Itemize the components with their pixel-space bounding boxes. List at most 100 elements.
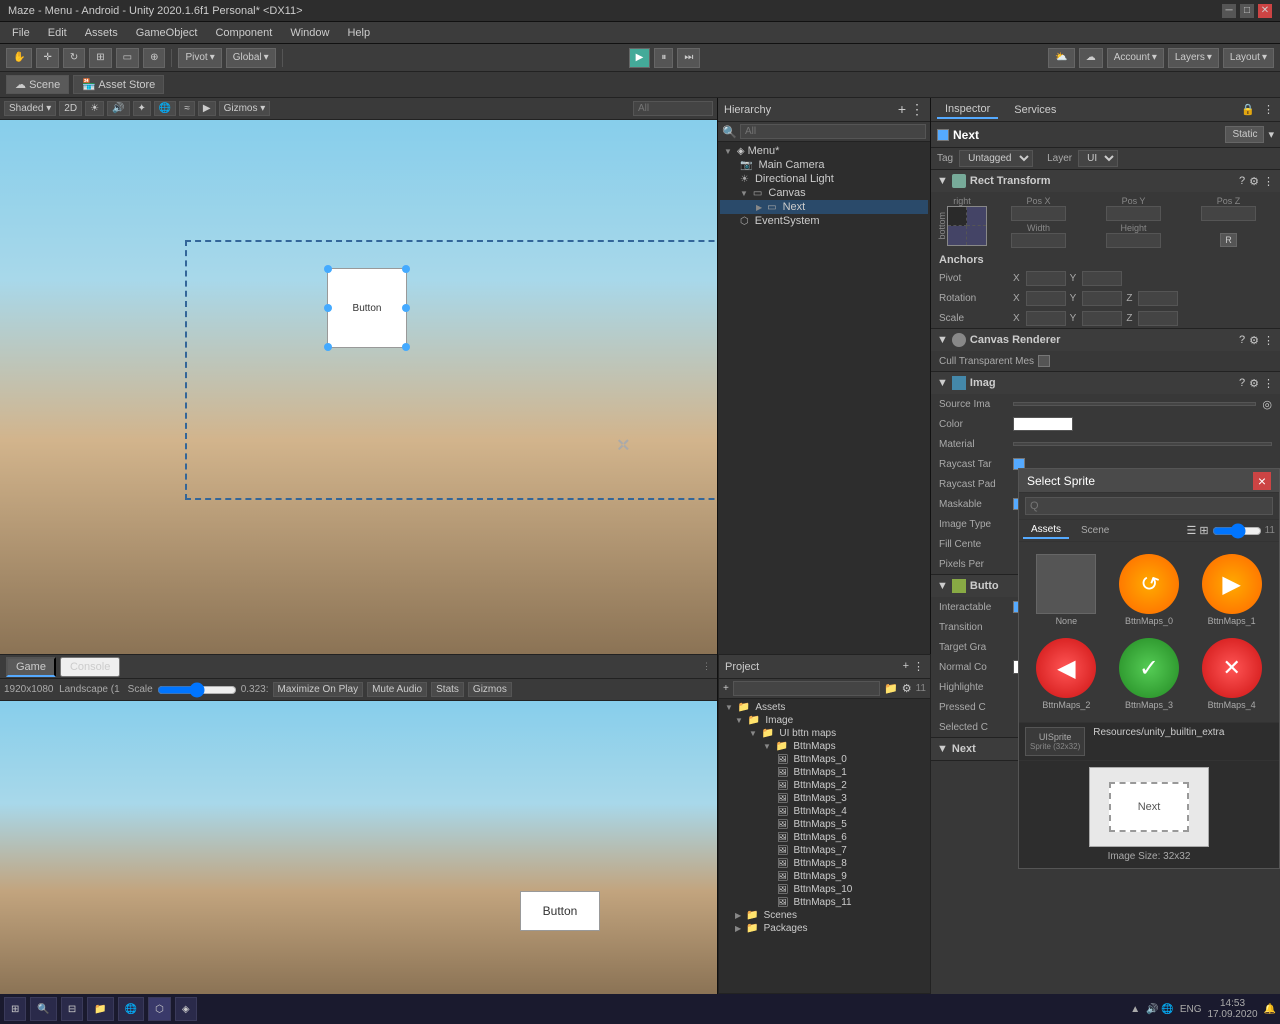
rot-z-input[interactable]: 0 — [1138, 291, 1178, 306]
mute-audio-btn[interactable]: Mute Audio — [367, 682, 427, 697]
services-tab[interactable]: Services — [1006, 102, 1064, 118]
project-item-bttnmaps-4[interactable]: 🖼 BttnMaps_4 — [721, 805, 928, 818]
account-button[interactable]: Account ▾ — [1107, 48, 1164, 68]
rot-x-input[interactable]: 0 — [1026, 291, 1066, 306]
toolbar-pivot-button[interactable]: Pivot ▾ — [178, 48, 221, 68]
toolbar-hand-tool[interactable]: ✋ — [6, 48, 32, 68]
menu-help[interactable]: Help — [339, 25, 378, 41]
source-image-field[interactable] — [1013, 402, 1256, 406]
sprite-list-icon[interactable]: ☰ — [1187, 524, 1197, 537]
window-controls[interactable]: ─ □ ✕ — [1222, 4, 1272, 18]
maximize-button[interactable]: □ — [1240, 4, 1254, 18]
panel-options-icon[interactable]: ⋮ — [702, 661, 711, 672]
select-sprite-close-button[interactable]: × — [1253, 472, 1271, 490]
project-item-bttnmaps-2[interactable]: 🖼 BttnMaps_2 — [721, 779, 928, 792]
taskbar-chrome-button[interactable]: 🌐 — [118, 997, 144, 1021]
image-section-header[interactable]: ▼ Imag ? ⚙ ⋮ — [931, 372, 1280, 394]
taskbar-start-button[interactable]: ⊞ — [4, 997, 26, 1021]
sprite-item-0[interactable]: ↺ BttnMaps_0 — [1110, 550, 1189, 630]
project-item-bttnmaps-3[interactable]: 🖼 BttnMaps_3 — [721, 792, 928, 805]
pause-button[interactable]: ⏸ — [654, 48, 673, 68]
cr-help-icon[interactable]: ? — [1239, 334, 1245, 347]
hierarchy-item-directional-light[interactable]: ☀ Directional Light — [720, 172, 928, 186]
taskbar-file-explorer-button[interactable]: 📁 — [87, 997, 113, 1021]
scale-x-input[interactable]: 1 — [1026, 311, 1066, 326]
hierarchy-item-eventsystem[interactable]: ⬡ EventSystem — [720, 214, 928, 228]
static-dropdown-icon[interactable]: ▾ — [1268, 128, 1274, 141]
scene-search-input[interactable] — [633, 101, 713, 116]
project-item-bttnmaps-6[interactable]: 🖼 BttnMaps_6 — [721, 831, 928, 844]
project-item-bttnmaps-11[interactable]: 🖼 BttnMaps_11 — [721, 896, 928, 909]
project-item-bttnmaps-10[interactable]: 🖼 BttnMaps_10 — [721, 883, 928, 896]
sprite-size-slider[interactable] — [1212, 523, 1262, 539]
project-item-scenes[interactable]: ▶ 📁 Scenes — [721, 909, 928, 922]
selected-button-scene[interactable]: Button — [327, 268, 407, 348]
scene-sound-btn[interactable]: 🔊 — [107, 101, 129, 116]
hierarchy-header-buttons[interactable]: + ⋮ — [898, 101, 924, 118]
scale-y-input[interactable]: 1 — [1082, 311, 1122, 326]
layer-select[interactable]: UI — [1078, 150, 1118, 167]
hierarchy-search-input[interactable] — [740, 124, 926, 139]
project-item-bttnmaps-1[interactable]: 🖼 BttnMaps_1 — [721, 766, 928, 779]
static-button[interactable]: Static — [1225, 126, 1264, 143]
menu-gameobject[interactable]: GameObject — [128, 25, 206, 41]
hierarchy-item-main-camera[interactable]: 📷 Main Camera — [720, 158, 928, 172]
play-button[interactable]: ▶ — [629, 48, 651, 68]
project-add-icon[interactable]: + — [903, 660, 909, 673]
scene-fog-btn[interactable]: ≈ — [179, 101, 195, 116]
cr-options-icon[interactable]: ⋮ — [1263, 334, 1274, 347]
hierarchy-item-menu[interactable]: ▼ ◈ Menu* — [720, 144, 928, 158]
taskbar-task-view-button[interactable]: ⊟ — [61, 997, 83, 1021]
pos-z-input[interactable]: 0 — [1201, 206, 1256, 221]
pos-y-input[interactable]: 100 — [1106, 206, 1161, 221]
game-tab[interactable]: Game — [6, 657, 56, 677]
close-button[interactable]: ✕ — [1258, 4, 1272, 18]
project-item-packages[interactable]: ▶ 📁 Packages — [721, 922, 928, 935]
scale-slider[interactable] — [157, 682, 237, 698]
menu-edit[interactable]: Edit — [40, 25, 75, 41]
project-settings-icon[interactable]: ⚙ — [902, 682, 912, 695]
2d-button[interactable]: 2D — [59, 101, 82, 116]
rect-transform-controls[interactable]: ? ⚙ ⋮ — [1239, 175, 1274, 188]
project-header-buttons[interactable]: + ⋮ — [903, 660, 924, 673]
menu-component[interactable]: Component — [207, 25, 280, 41]
collab-button[interactable]: ⛅ — [1048, 48, 1074, 68]
scale-z-input[interactable]: 1 — [1138, 311, 1178, 326]
project-item-bttnmaps-9[interactable]: 🖼 BttnMaps_9 — [721, 870, 928, 883]
sprite-scene-tab[interactable]: Scene — [1073, 523, 1117, 538]
image-controls[interactable]: ? ⚙ ⋮ — [1239, 377, 1274, 390]
width-input[interactable]: 100 — [1011, 233, 1066, 248]
cull-transparent-checkbox[interactable] — [1038, 355, 1050, 367]
scene-light-btn[interactable]: ☀ — [85, 101, 104, 116]
canvas-renderer-controls[interactable]: ? ⚙ ⋮ — [1239, 334, 1274, 347]
img-help-icon[interactable]: ? — [1239, 377, 1245, 390]
menu-assets[interactable]: Assets — [77, 25, 126, 41]
image-color-swatch[interactable] — [1013, 417, 1073, 431]
project-item-image[interactable]: ▼ 📁 Image — [721, 714, 928, 727]
inspector-options-icon[interactable]: ⋮ — [1263, 103, 1274, 116]
project-item-assets[interactable]: ▼ 📁 Assets — [721, 701, 928, 714]
inspector-lock-icon[interactable]: 🔒 — [1241, 103, 1255, 116]
scene-fx-btn[interactable]: ✦ — [133, 101, 151, 116]
toolbar-scale-tool[interactable]: ⊞ — [89, 48, 111, 68]
project-item-bttnmaps[interactable]: ▼ 📁 BttnMaps — [721, 740, 928, 753]
gizmos-button[interactable]: Gizmos ▾ — [219, 101, 271, 116]
rt-settings-icon[interactable]: ⚙ — [1249, 175, 1259, 188]
menu-file[interactable]: File — [4, 25, 38, 41]
shaded-button[interactable]: Shaded ▾ — [4, 101, 56, 116]
toolbar-transform-tool[interactable]: ⊕ — [143, 48, 165, 68]
toolbar-rotate-tool[interactable]: ↻ — [63, 48, 85, 68]
sprite-item-3[interactable]: ✓ BttnMaps_3 — [1110, 634, 1189, 714]
pos-x-input[interactable]: -100 — [1011, 206, 1066, 221]
sprite-item-4[interactable]: ✕ BttnMaps_4 — [1192, 634, 1271, 714]
project-item-bttnmaps-5[interactable]: 🖼 BttnMaps_5 — [721, 818, 928, 831]
game-gizmos-btn[interactable]: Gizmos — [468, 682, 512, 697]
height-input[interactable]: 100 — [1106, 233, 1161, 248]
taskbar-unity-button[interactable]: ⬡ — [148, 997, 171, 1021]
project-folder-icon[interactable]: 📁 — [884, 682, 898, 695]
sprite-search-input[interactable] — [1025, 497, 1273, 515]
project-search-input[interactable] — [733, 681, 880, 696]
img-options-icon[interactable]: ⋮ — [1263, 377, 1274, 390]
r-button[interactable]: R — [1220, 233, 1237, 247]
layers-button[interactable]: Layers ▾ — [1168, 48, 1219, 68]
